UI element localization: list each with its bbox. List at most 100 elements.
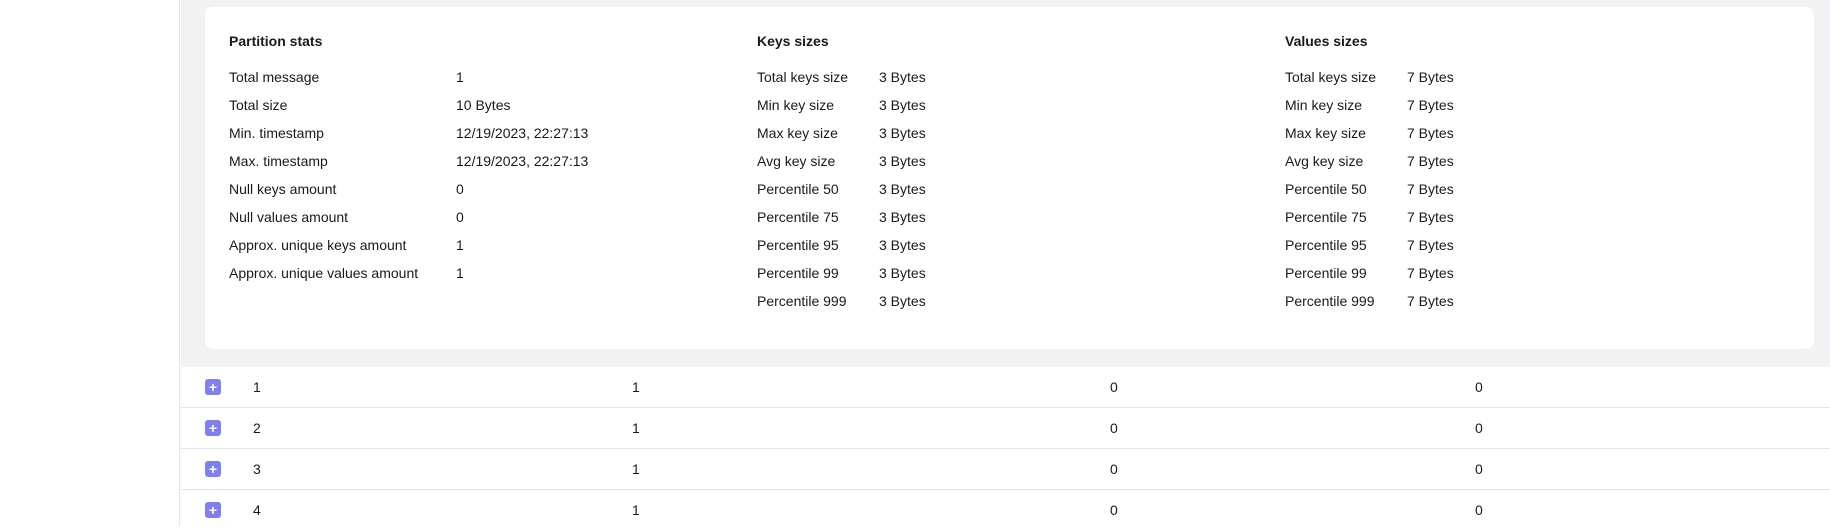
offset-cell: 0 <box>1475 379 1483 395</box>
stat-label: Percentile 75 <box>757 209 839 225</box>
stat-row: Total keys size 3 Bytes <box>757 67 926 95</box>
stat-value: 7 Bytes <box>1407 265 1454 281</box>
partition-stats-card: Partition stats Total message 1 Total siz… <box>205 7 1814 349</box>
stat-row: Percentile 95 7 Bytes <box>1285 235 1454 263</box>
offset-cell: 0 <box>1475 502 1483 518</box>
stat-row: Percentile 99 7 Bytes <box>1285 263 1454 291</box>
stat-row: Max key size 7 Bytes <box>1285 123 1454 151</box>
stat-row: Min key size 7 Bytes <box>1285 95 1454 123</box>
stat-label: Total message <box>229 69 320 85</box>
stat-row: Avg key size 3 Bytes <box>757 151 926 179</box>
stat-label: Percentile 99 <box>1285 265 1367 281</box>
stat-label: Avg key size <box>1285 153 1364 169</box>
offset-cell: 0 <box>1475 420 1483 436</box>
stat-row: Min key size 3 Bytes <box>757 95 926 123</box>
table-row: + 2 1 0 0 <box>181 408 1830 449</box>
stat-label: Total size <box>229 97 288 113</box>
stat-value: 3 Bytes <box>879 153 926 169</box>
keys-sizes-section: Keys sizes Total keys size 3 Bytes Min ke… <box>757 31 926 319</box>
stat-row: Approx. unique values amount 1 <box>229 263 588 291</box>
stat-row: Percentile 50 7 Bytes <box>1285 179 1454 207</box>
section-title: Keys sizes <box>757 33 829 49</box>
stat-label: Max key size <box>1285 125 1366 141</box>
stat-row: Avg key size 7 Bytes <box>1285 151 1454 179</box>
stat-value: 0 <box>456 209 464 225</box>
expand-row-plus-icon[interactable]: + <box>205 502 221 518</box>
stat-value: 7 Bytes <box>1407 153 1454 169</box>
stat-label: Approx. unique keys amount <box>229 237 407 253</box>
stat-value: 3 Bytes <box>879 237 926 253</box>
stat-label: Total keys size <box>757 69 849 85</box>
stat-value: 7 Bytes <box>1407 209 1454 225</box>
stat-label: Min. timestamp <box>229 125 324 141</box>
stat-label: Percentile 95 <box>1285 237 1367 253</box>
stat-row: Approx. unique keys amount 1 <box>229 235 588 263</box>
stat-label: Min key size <box>1285 97 1363 113</box>
stat-label: Percentile 75 <box>1285 209 1367 225</box>
stat-label: Percentile 50 <box>1285 181 1367 197</box>
stat-label: Percentile 999 <box>1285 293 1375 309</box>
main-content: Partition stats Total message 1 Total siz… <box>181 0 1830 526</box>
stat-value: 7 Bytes <box>1407 97 1454 113</box>
stat-row: Percentile 50 3 Bytes <box>757 179 926 207</box>
stat-value: 12/19/2023, 22:27:13 <box>456 153 589 169</box>
stat-value: 10 Bytes <box>456 97 511 113</box>
messages-count-cell: 1 <box>632 379 640 395</box>
table-row: + 4 1 0 0 <box>181 490 1830 531</box>
stat-row: Max. timestamp 12/19/2023, 22:27:13 <box>229 151 588 179</box>
partition-cell: 3 <box>253 461 261 477</box>
stat-value: 1 <box>456 69 464 85</box>
table-row: + 3 1 0 0 <box>181 449 1830 490</box>
stat-row: Min. timestamp 12/19/2023, 22:27:13 <box>229 123 588 151</box>
stat-value: 0 <box>456 181 464 197</box>
offset-cell: 0 <box>1110 379 1118 395</box>
stat-value: 7 Bytes <box>1407 181 1454 197</box>
offset-cell: 0 <box>1110 502 1118 518</box>
stat-value: 7 Bytes <box>1407 69 1454 85</box>
stat-value: 3 Bytes <box>879 293 926 309</box>
values-sizes-section: Values sizes Total keys size 7 Bytes Min … <box>1285 31 1454 319</box>
stat-label: Max. timestamp <box>229 153 328 169</box>
expand-row-plus-icon[interactable]: + <box>205 461 221 477</box>
stat-label: Percentile 999 <box>757 293 847 309</box>
stat-row: Max key size 3 Bytes <box>757 123 926 151</box>
table-row: + 1 1 0 0 <box>181 367 1830 408</box>
stat-row: Null values amount 0 <box>229 207 588 235</box>
stat-value: 3 Bytes <box>879 209 926 225</box>
expand-row-plus-icon[interactable]: + <box>205 379 221 395</box>
stat-row: Percentile 999 7 Bytes <box>1285 291 1454 319</box>
section-title: Values sizes <box>1285 33 1368 49</box>
stat-row: Percentile 75 3 Bytes <box>757 207 926 235</box>
stat-value: 7 Bytes <box>1407 125 1454 141</box>
stat-row: Total message 1 <box>229 67 588 95</box>
stat-row: Null keys amount 0 <box>229 179 588 207</box>
stat-value: 3 Bytes <box>879 97 926 113</box>
offset-cell: 0 <box>1475 461 1483 477</box>
offset-cell: 0 <box>1110 461 1118 477</box>
stat-label: Percentile 95 <box>757 237 839 253</box>
stat-row: Percentile 75 7 Bytes <box>1285 207 1454 235</box>
stat-value: 1 <box>456 237 464 253</box>
stat-label: Percentile 99 <box>757 265 839 281</box>
stat-label: Null values amount <box>229 209 349 225</box>
stat-value: 7 Bytes <box>1407 237 1454 253</box>
expand-row-plus-icon[interactable]: + <box>205 420 221 436</box>
partition-cell: 1 <box>253 379 261 395</box>
stat-value: 3 Bytes <box>879 265 926 281</box>
stat-value: 3 Bytes <box>879 125 926 141</box>
stat-label: Percentile 50 <box>757 181 839 197</box>
partition-stats-section: Partition stats Total message 1 Total siz… <box>229 31 588 291</box>
stat-label: Min key size <box>757 97 835 113</box>
stat-value: 7 Bytes <box>1407 293 1454 309</box>
stat-value: 1 <box>456 265 464 281</box>
stat-label: Avg key size <box>757 153 836 169</box>
offset-cell: 0 <box>1110 420 1118 436</box>
expanded-partition-panel: Partition stats Total message 1 Total siz… <box>181 0 1830 367</box>
stat-value: 12/19/2023, 22:27:13 <box>456 125 589 141</box>
messages-count-cell: 1 <box>632 502 640 518</box>
stat-label: Total keys size <box>1285 69 1377 85</box>
stat-row: Total keys size 7 Bytes <box>1285 67 1454 95</box>
stat-value: 3 Bytes <box>879 181 926 197</box>
messages-count-cell: 1 <box>632 461 640 477</box>
partition-cell: 2 <box>253 420 261 436</box>
